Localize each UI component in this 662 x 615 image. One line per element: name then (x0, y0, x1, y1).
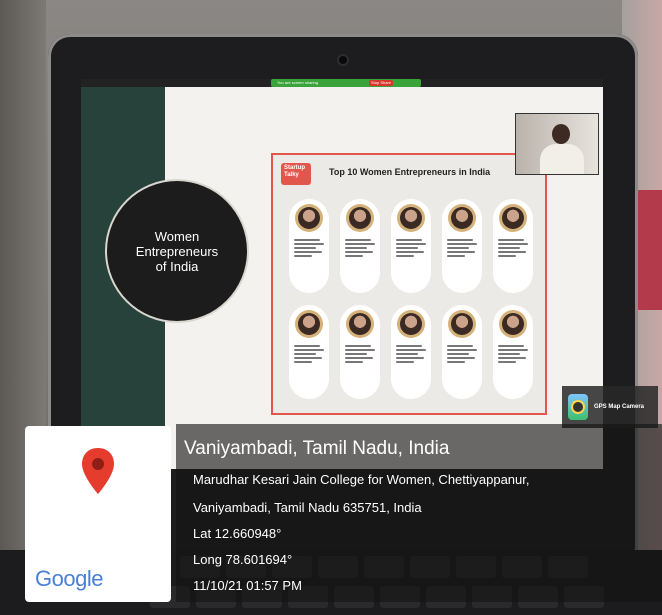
avatar-photo (400, 207, 422, 229)
entrepreneur-card (442, 305, 482, 399)
card-text-lines (498, 237, 528, 259)
entrepreneurs-poster: Startup Talky Top 10 Women Entrepreneurs… (271, 153, 547, 415)
address-line-2: Vaniyambadi, Tamil Nadu 635751, India (193, 500, 422, 515)
gps-map-camera-badge: GPS Map Camera (562, 386, 658, 428)
avatar (346, 204, 374, 232)
avatar (499, 310, 527, 338)
slide-title-circle: Women Entrepreneurs of India (107, 181, 247, 321)
screen-sharing-indicator[interactable]: You are screen sharing (271, 79, 421, 87)
avatar-photo (502, 313, 524, 335)
avatar-photo (451, 313, 473, 335)
gps-camera-app-icon (568, 394, 588, 420)
card-text-lines (447, 343, 477, 365)
entrepreneur-card (493, 199, 533, 293)
avatar-photo (502, 207, 524, 229)
map-thumbnail: Google (25, 426, 171, 602)
avatar-photo (451, 207, 473, 229)
card-text-lines (345, 343, 375, 365)
avatar (295, 310, 323, 338)
gps-badge-label: GPS Map Camera (594, 404, 645, 410)
avatar (295, 204, 323, 232)
google-logo: Google (35, 566, 103, 591)
entrepreneur-card (289, 199, 329, 293)
slide-title-text: Women Entrepreneurs of India (135, 228, 219, 274)
startup-talky-logo: Startup Talky (281, 163, 311, 185)
card-text-lines (447, 237, 477, 259)
card-text-lines (396, 237, 426, 259)
place-title: Vaniyambadi, Tamil Nadu, India (184, 438, 450, 459)
card-text-lines (294, 237, 324, 259)
location-info-panel: Vaniyambadi, Tamil Nadu, India Marudhar … (176, 424, 662, 602)
entrepreneur-card (442, 199, 482, 293)
stop-share-button[interactable]: Stop Share (369, 80, 393, 86)
avatar-photo (349, 207, 371, 229)
avatar-photo (298, 313, 320, 335)
entrepreneur-card (493, 305, 533, 399)
webcam-icon (339, 56, 347, 64)
zoom-share-bar: You are screen sharing Stop Share (81, 79, 603, 87)
latitude-text: Lat 12.660948° (193, 526, 282, 541)
laptop-screen: You are screen sharing Stop Share Women … (81, 79, 603, 469)
participant-video-tile[interactable] (515, 113, 599, 175)
avatar (499, 204, 527, 232)
entrepreneur-card (340, 305, 380, 399)
avatar (448, 204, 476, 232)
presentation-slide: Women Entrepreneurs of India Startup Tal… (81, 87, 603, 469)
avatar (448, 310, 476, 338)
entrepreneur-card-grid (289, 199, 537, 399)
avatar (397, 310, 425, 338)
avatar (346, 310, 374, 338)
entrepreneur-card (340, 199, 380, 293)
avatar-photo (298, 207, 320, 229)
avatar (397, 204, 425, 232)
card-text-lines (396, 343, 426, 365)
avatar-photo (349, 313, 371, 335)
participant-body (540, 144, 584, 174)
avatar-photo (400, 313, 422, 335)
card-text-lines (294, 343, 324, 365)
entrepreneur-card (391, 199, 431, 293)
address-line-1: Marudhar Kesari Jain College for Women, … (193, 472, 530, 487)
longitude-text: Long 78.601694° (193, 552, 293, 567)
location-pin-icon (82, 448, 114, 494)
card-text-lines (498, 343, 528, 365)
card-text-lines (345, 237, 375, 259)
entrepreneur-card (391, 305, 431, 399)
poster-title: Top 10 Women Entrepreneurs in India (329, 167, 491, 177)
participant-head (552, 124, 570, 144)
timestamp-text: 11/10/21 01:57 PM (193, 578, 302, 593)
entrepreneur-card (289, 305, 329, 399)
